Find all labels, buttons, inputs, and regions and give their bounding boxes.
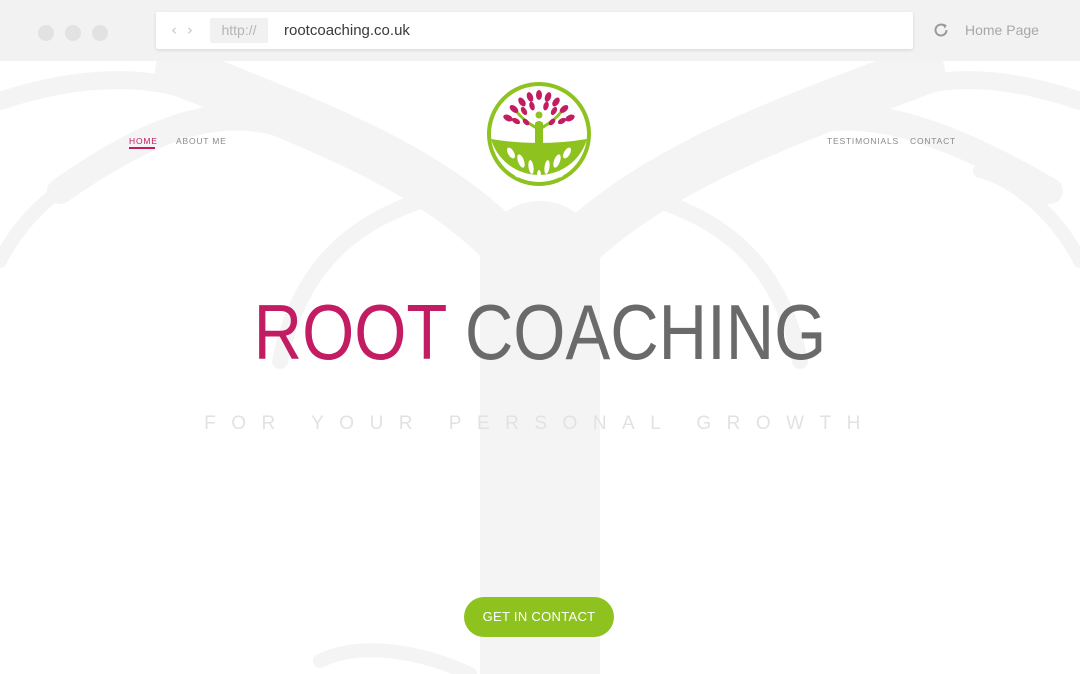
nav-contact[interactable]: CONTACT	[910, 136, 956, 146]
window-minimize-dot[interactable]	[65, 25, 81, 41]
url-text[interactable]: rootcoaching.co.uk	[284, 22, 410, 39]
address-bar[interactable]: ‹ › http:// rootcoaching.co.uk	[156, 12, 913, 49]
window-close-dot[interactable]	[38, 25, 54, 41]
hero-title: ROOT COACHING	[76, 287, 1005, 377]
nav-about-me[interactable]: ABOUT ME	[176, 136, 227, 146]
url-protocol: http://	[210, 18, 268, 43]
nav-testimonials[interactable]: TESTIMONIALS	[827, 136, 899, 146]
nav-home[interactable]: HOME	[129, 136, 158, 146]
website-page: HOME ABOUT ME TESTIMONIALS CONTACT ROOT …	[0, 61, 1080, 674]
nav-active-underline	[129, 147, 155, 149]
back-arrow-icon[interactable]: ‹	[171, 21, 177, 39]
home-page-label[interactable]: Home Page	[965, 22, 1039, 38]
window-maximize-dot[interactable]	[92, 25, 108, 41]
hero-title-root: ROOT	[253, 288, 447, 376]
browser-chrome: ‹ › http:// rootcoaching.co.uk Home Page	[0, 0, 1080, 61]
hero-tagline: FOR YOUR PERSONAL GROWTH	[204, 413, 876, 434]
root-coaching-logo[interactable]	[486, 81, 592, 187]
hero-title-coaching: COACHING	[464, 288, 827, 376]
forward-arrow-icon[interactable]: ›	[187, 21, 193, 39]
reload-icon[interactable]	[931, 20, 951, 40]
get-in-contact-button[interactable]: GET IN CONTACT	[464, 597, 614, 637]
